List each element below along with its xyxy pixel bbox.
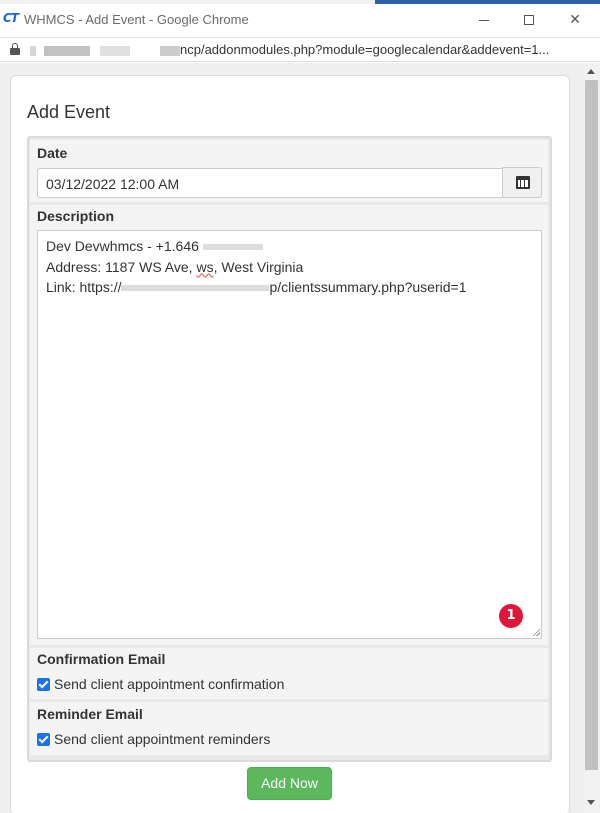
scroll-down-icon[interactable] xyxy=(587,800,595,805)
reminder-option[interactable]: Send client appointment reminders xyxy=(37,731,270,747)
vertical-scrollbar[interactable] xyxy=(583,63,600,813)
url-redacted xyxy=(30,45,180,56)
description-line-1: Dev Devwhmcs - +1.646 xyxy=(46,238,199,254)
confirmation-option[interactable]: Send client appointment confirmation xyxy=(37,676,284,692)
url-text[interactable]: ncp/addonmodules.php?module=googlecalend… xyxy=(30,42,549,57)
app-logo: CT xyxy=(3,11,19,25)
reminder-label: Reminder Email xyxy=(37,706,143,722)
confirmation-checkbox[interactable] xyxy=(37,677,50,691)
address-bar[interactable]: ncp/addonmodules.php?module=googlecalend… xyxy=(0,38,600,62)
notification-badge[interactable]: 1 xyxy=(499,604,523,628)
description-line-3-suffix: p/clientssummary.php?userid=1 xyxy=(269,279,467,295)
reminder-checkbox-label[interactable]: Send client appointment reminders xyxy=(54,731,270,747)
maximize-icon xyxy=(524,15,534,26)
calendar-icon xyxy=(516,176,530,189)
page-title: Add Event xyxy=(27,102,111,122)
minimize-button[interactable] xyxy=(470,8,498,30)
description-textarea[interactable]: Dev Devwhmcs - +1.646 Address: 1187 WS A… xyxy=(37,230,542,639)
reminder-checkbox[interactable] xyxy=(37,732,50,746)
confirmation-checkbox-label[interactable]: Send client appointment confirmation xyxy=(54,676,284,692)
maximize-button[interactable] xyxy=(515,8,543,30)
date-input[interactable]: 03/12/2022 12:00 AM xyxy=(37,168,503,198)
redacted-phone xyxy=(202,244,263,251)
description-line-3: Link: https:// xyxy=(46,279,122,295)
resize-grip-icon[interactable] xyxy=(532,628,540,636)
scroll-up-icon[interactable] xyxy=(587,69,595,74)
top-strip xyxy=(0,0,600,4)
add-now-button[interactable]: Add Now xyxy=(247,767,332,800)
date-label: Date xyxy=(37,145,68,161)
redacted-domain xyxy=(121,285,270,292)
calendar-button[interactable] xyxy=(502,167,542,198)
scroll-thumb[interactable] xyxy=(585,80,598,770)
minimize-icon xyxy=(479,19,489,21)
confirmation-label: Confirmation Email xyxy=(37,651,166,667)
description-line-2-suffix: , West Virginia xyxy=(213,258,304,275)
description-line-2: Address: 1187 WS Ave, xyxy=(46,258,197,275)
window-titlebar: CT WHMCS - Add Event - Google Chrome ✕ xyxy=(0,0,600,38)
lock-icon xyxy=(10,43,20,55)
close-icon: ✕ xyxy=(569,11,581,27)
description-label: Description xyxy=(37,208,115,224)
window-title: WHMCS - Add Event - Google Chrome xyxy=(24,12,249,27)
spellcheck-word: ws xyxy=(196,258,214,275)
close-button[interactable]: ✕ xyxy=(561,8,589,30)
